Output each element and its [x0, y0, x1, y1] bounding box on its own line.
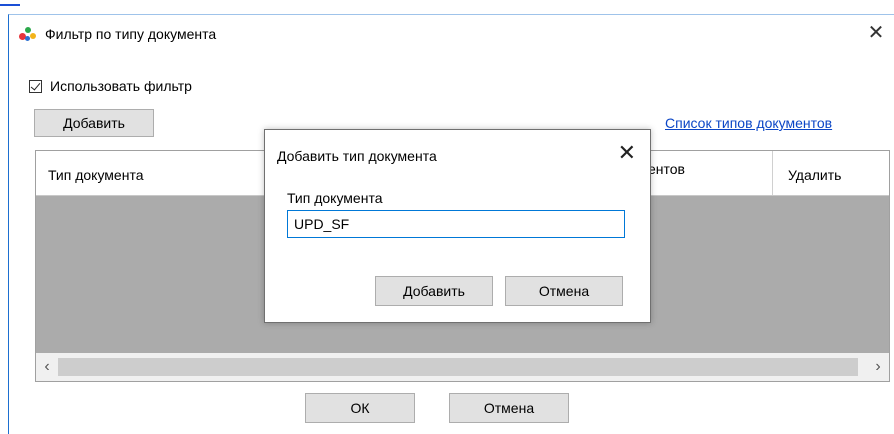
- cancel-button[interactable]: Отмена: [449, 393, 569, 423]
- use-filter-checkbox-row[interactable]: Использовать фильтр: [29, 78, 192, 94]
- dialog-titlebar: Фильтр по типу документа: [19, 23, 216, 45]
- background-window: [0, 0, 894, 14]
- app-icon: [19, 25, 37, 43]
- modal-title: Добавить тип документа: [277, 148, 437, 164]
- column-separator: [772, 151, 773, 195]
- chevron-left-icon[interactable]: ‹: [39, 358, 55, 376]
- modal-add-button[interactable]: Добавить: [375, 276, 493, 306]
- ok-button[interactable]: ОК: [305, 393, 415, 423]
- document-type-input[interactable]: [287, 210, 625, 238]
- dialog-title: Фильтр по типу документа: [45, 26, 217, 42]
- close-icon[interactable]: ✕: [864, 21, 888, 45]
- horizontal-scrollbar[interactable]: ‹ ›: [36, 353, 889, 381]
- close-icon[interactable]: ✕: [618, 140, 636, 166]
- scrollbar-thumb[interactable]: [58, 358, 858, 376]
- use-filter-checkbox[interactable]: [29, 79, 42, 93]
- column-header-count[interactable]: ентов: [648, 161, 685, 177]
- modal-cancel-button[interactable]: Отмена: [505, 276, 623, 306]
- add-document-type-modal: Добавить тип документа ✕ Тип документа Д…: [264, 129, 651, 323]
- background-link-fragment: [0, 0, 20, 6]
- column-header-type[interactable]: Тип документа: [48, 167, 144, 183]
- column-header-delete[interactable]: Удалить: [788, 167, 841, 183]
- document-type-label: Тип документа: [287, 190, 383, 206]
- add-button[interactable]: Добавить: [34, 109, 154, 137]
- use-filter-label: Использовать фильтр: [50, 78, 192, 94]
- document-types-list-link[interactable]: Список типов документов: [665, 115, 832, 131]
- chevron-right-icon[interactable]: ›: [870, 358, 886, 376]
